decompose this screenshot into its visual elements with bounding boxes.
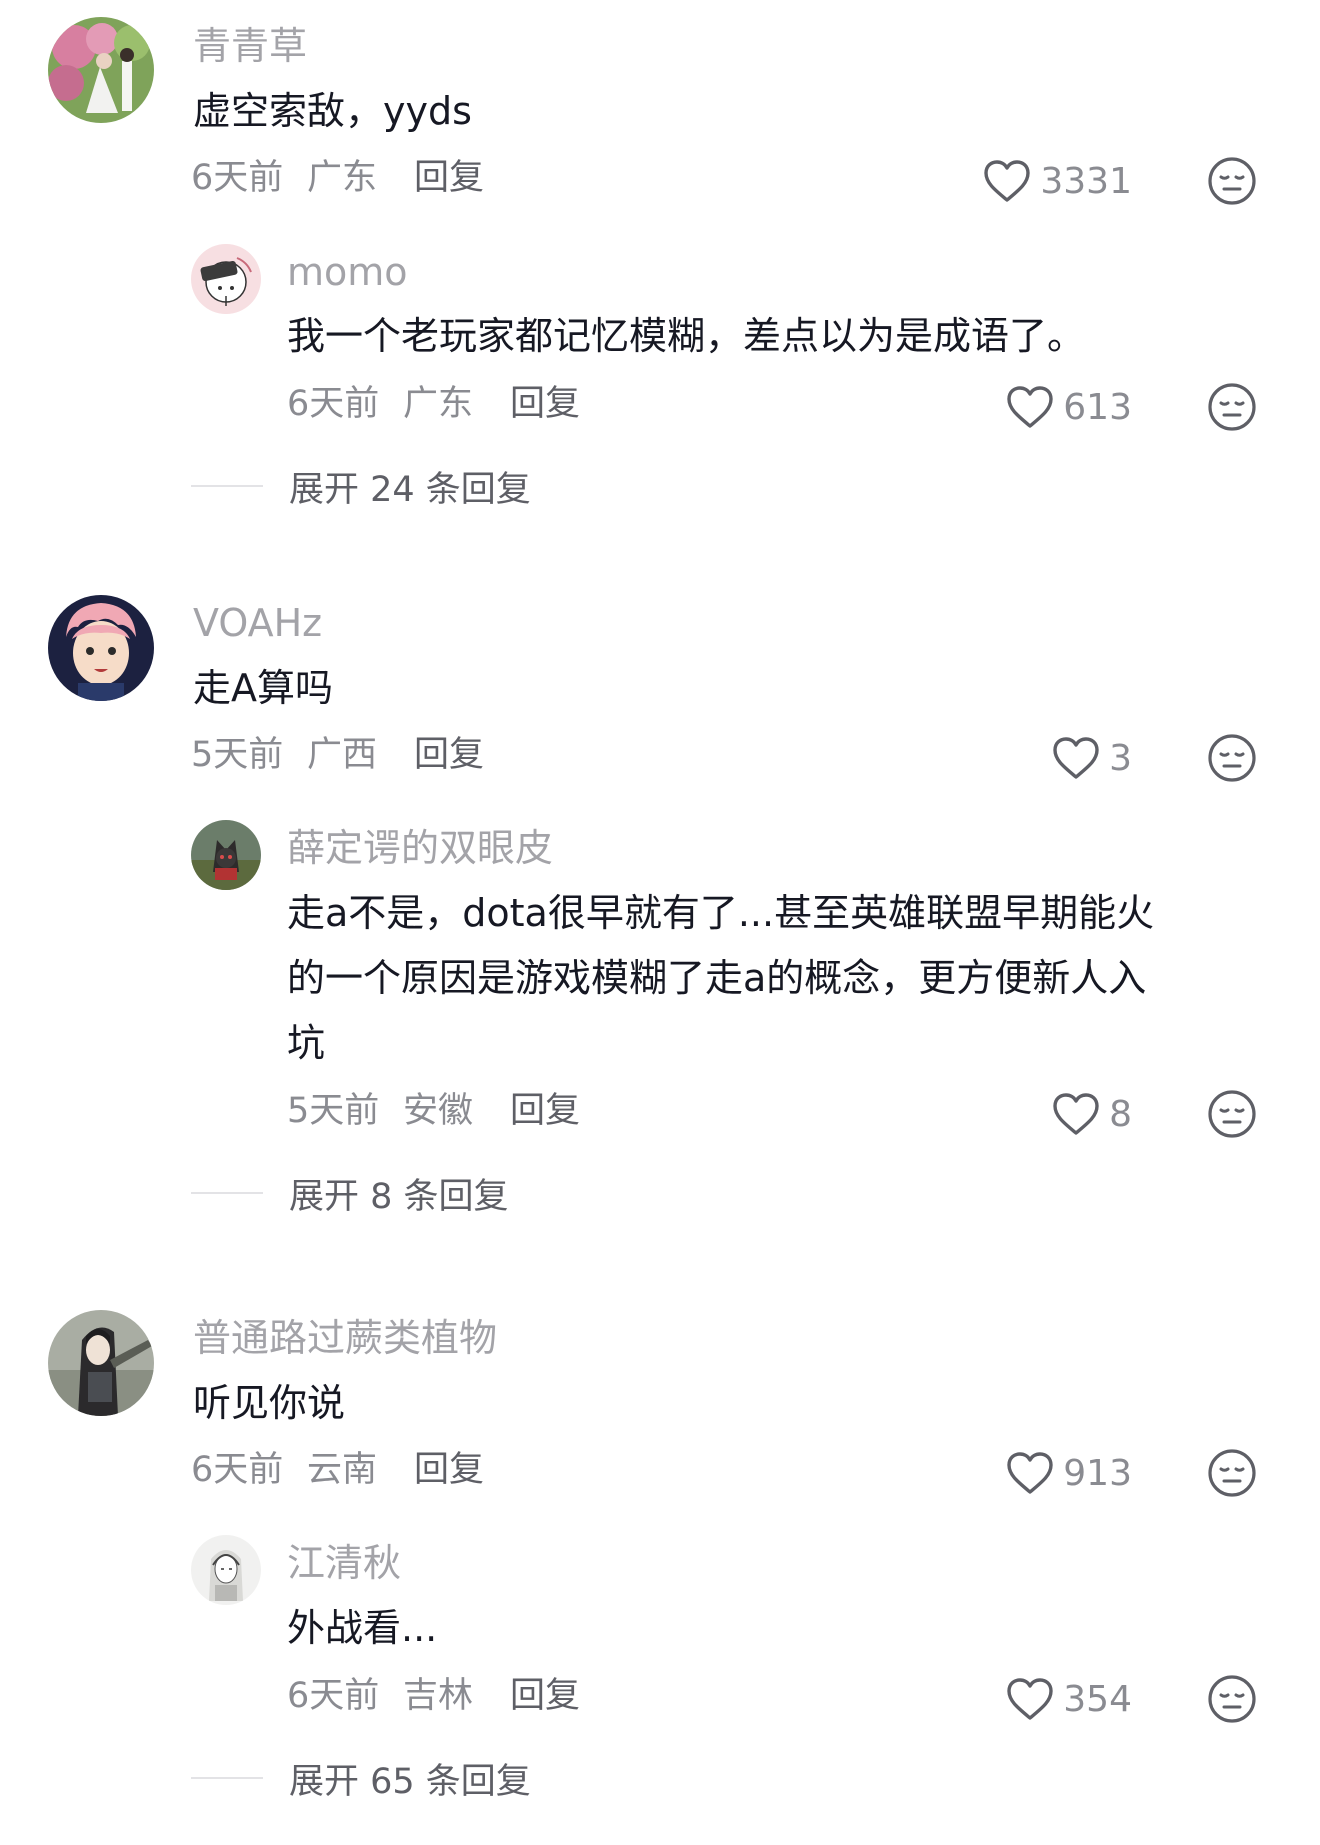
expand-replies-label: 展开 24 条回复 (289, 469, 531, 510)
like-button[interactable]: 3 (1051, 730, 1132, 786)
reply-avatar[interactable] (191, 244, 261, 314)
avatar-image (191, 244, 261, 314)
comment-thread: 青青草 虚空索敌，yyds 6天前 广东 回复 3331 momo 我一个老玩家… (0, 0, 1320, 540)
reply-location: 广东 (403, 384, 474, 424)
comment-thread: 普通路过蕨类植物 听见你说 6天前 云南 回复 913 江清秋 外战看... 6… (0, 1295, 1320, 1845)
comment-thread: VOAHz 走A算吗 5天前 广西 回复 3 薛定谔的双眼皮 走a不是，dota… (0, 580, 1320, 1250)
comment-time: 5天前 (191, 735, 284, 775)
reply-text-line: 坑 (287, 1021, 326, 1065)
avatar-image (191, 820, 261, 890)
reply-button[interactable]: 回复 (510, 1089, 580, 1133)
avatar[interactable] (48, 17, 154, 123)
reply-text-line: 的一个原因是游戏模糊了走a的概念，更方便新人入 (287, 956, 1147, 1000)
avatar[interactable] (48, 595, 154, 701)
like-button[interactable]: 613 (1005, 379, 1132, 435)
reply-location: 吉林 (403, 1676, 474, 1716)
reply-time: 6天前 (287, 384, 380, 424)
reply-button[interactable]: 回复 (414, 156, 484, 200)
reply-avatar[interactable] (191, 1535, 261, 1605)
dislike-button[interactable] (1206, 1447, 1258, 1499)
comment-location: 云南 (307, 1450, 378, 1490)
reply-time: 5天前 (287, 1091, 380, 1131)
comment-location: 广西 (307, 735, 378, 775)
avatar-image (191, 1535, 261, 1605)
like-button[interactable]: 354 (1005, 1671, 1132, 1727)
heart-outline-icon (1053, 1093, 1099, 1135)
reply-username[interactable]: momo (287, 249, 408, 295)
reply-text: 外战看... (287, 1606, 438, 1650)
expand-replies-button[interactable]: 展开 65 条回复 (191, 1755, 531, 1802)
avatar-image (48, 595, 154, 701)
neutral-face-icon (1208, 383, 1256, 431)
neutral-face-icon (1208, 1090, 1256, 1138)
expand-replies-button[interactable]: 展开 24 条回复 (191, 463, 531, 510)
dislike-button[interactable] (1206, 381, 1258, 433)
expand-divider (191, 485, 263, 487)
comment-username[interactable]: 青青草 (193, 23, 307, 69)
avatar[interactable] (48, 1310, 154, 1416)
heart-outline-icon (1053, 737, 1099, 779)
reply-text-line: 走a不是，dota很早就有了...甚至英雄联盟早期能火 (287, 891, 1155, 935)
reply-username[interactable]: 江清秋 (287, 1540, 401, 1586)
expand-replies-label: 展开 65 条回复 (289, 1761, 531, 1802)
expand-divider (191, 1777, 263, 1779)
heart-outline-icon (1007, 1678, 1053, 1720)
like-count: 613 (1063, 386, 1132, 428)
expand-divider (191, 1192, 263, 1194)
neutral-face-icon (1208, 157, 1256, 205)
reply-button[interactable]: 回复 (510, 1674, 580, 1718)
neutral-face-icon (1208, 734, 1256, 782)
comment-time: 6天前 (191, 158, 284, 198)
like-count: 3 (1109, 737, 1132, 779)
comment-text: 走A算吗 (193, 666, 333, 710)
reply-avatar[interactable] (191, 820, 261, 890)
like-count: 3331 (1040, 160, 1132, 202)
like-button[interactable]: 3331 (982, 153, 1132, 209)
like-button[interactable]: 8 (1051, 1086, 1132, 1142)
comment-text: 虚空索敌，yyds (193, 89, 472, 133)
avatar-image (48, 17, 154, 123)
comment-text: 听见你说 (193, 1381, 346, 1425)
neutral-face-icon (1208, 1449, 1256, 1497)
neutral-face-icon (1208, 1675, 1256, 1723)
heart-outline-icon (1007, 1452, 1053, 1494)
reply-text: 我一个老玩家都记忆模糊，差点以为是成语了。 (287, 314, 1086, 358)
comment-location: 广东 (307, 158, 378, 198)
heart-outline-icon (984, 160, 1031, 202)
like-count: 8 (1109, 1093, 1132, 1135)
reply-button[interactable]: 回复 (510, 382, 580, 426)
like-count: 354 (1063, 1678, 1132, 1720)
dislike-button[interactable] (1206, 1088, 1258, 1140)
dislike-button[interactable] (1206, 732, 1258, 784)
expand-replies-button[interactable]: 展开 8 条回复 (191, 1170, 509, 1217)
reply-username[interactable]: 薛定谔的双眼皮 (287, 825, 553, 871)
reply-time: 6天前 (287, 1676, 380, 1716)
avatar-image (48, 1310, 154, 1416)
reply-button[interactable]: 回复 (414, 1448, 484, 1492)
heart-outline-icon (1007, 386, 1053, 428)
like-count: 913 (1063, 1452, 1132, 1494)
reply-button[interactable]: 回复 (414, 733, 484, 777)
comment-time: 6天前 (191, 1450, 284, 1490)
comment-username[interactable]: 普通路过蕨类植物 (193, 1315, 497, 1361)
comment-username[interactable]: VOAHz (193, 600, 322, 646)
dislike-button[interactable] (1206, 1673, 1258, 1725)
reply-location: 安徽 (403, 1091, 474, 1131)
dislike-button[interactable] (1206, 155, 1258, 207)
expand-replies-label: 展开 8 条回复 (289, 1176, 509, 1217)
like-button[interactable]: 913 (1005, 1445, 1132, 1501)
